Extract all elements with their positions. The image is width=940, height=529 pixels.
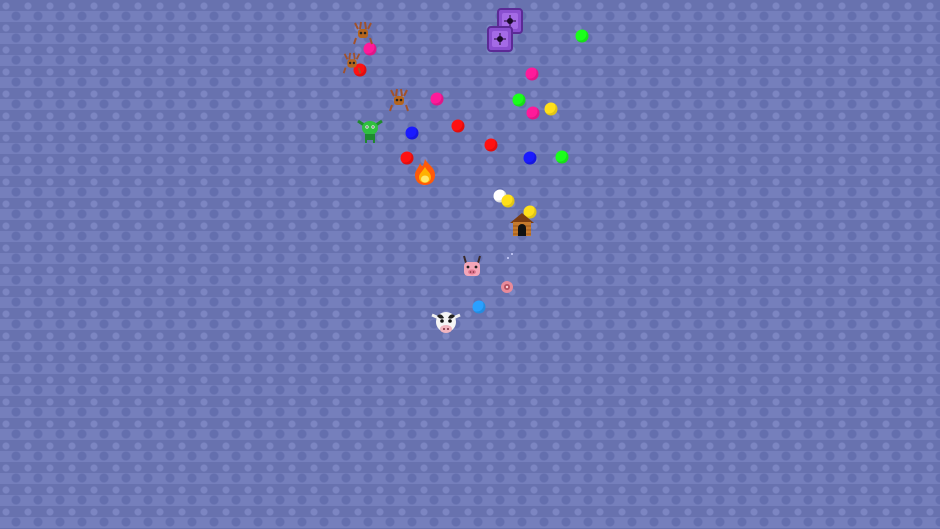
sparkle-icon bbox=[507, 253, 513, 259]
doghouse-icon[interactable] bbox=[508, 210, 536, 238]
cow-player-icon[interactable] bbox=[430, 306, 462, 338]
yellow-orb[interactable] bbox=[544, 102, 558, 116]
blue-orb[interactable] bbox=[405, 126, 419, 140]
fire-icon[interactable] bbox=[410, 157, 440, 187]
horned-pig-icon[interactable] bbox=[458, 254, 486, 282]
small-pink-creature-icon[interactable] bbox=[499, 279, 515, 295]
game-board[interactable] bbox=[0, 0, 940, 529]
light-blue-orb[interactable] bbox=[472, 300, 486, 314]
purple-stone-block-icon[interactable] bbox=[487, 26, 513, 52]
reindeer-icon[interactable] bbox=[350, 20, 376, 46]
green-orb[interactable] bbox=[575, 29, 589, 43]
blue-orb[interactable] bbox=[523, 151, 537, 165]
magenta-orb[interactable] bbox=[430, 92, 444, 106]
red-orb[interactable] bbox=[484, 138, 498, 152]
magenta-orb[interactable] bbox=[525, 67, 539, 81]
green-orb[interactable] bbox=[512, 93, 526, 107]
green-goblin-icon[interactable] bbox=[356, 115, 384, 143]
green-orb[interactable] bbox=[555, 150, 569, 164]
red-orb[interactable] bbox=[451, 119, 465, 133]
reindeer-icon[interactable] bbox=[386, 87, 412, 113]
magenta-orb[interactable] bbox=[526, 106, 540, 120]
reindeer-icon[interactable] bbox=[340, 51, 364, 75]
yellow-orb[interactable] bbox=[501, 194, 515, 208]
